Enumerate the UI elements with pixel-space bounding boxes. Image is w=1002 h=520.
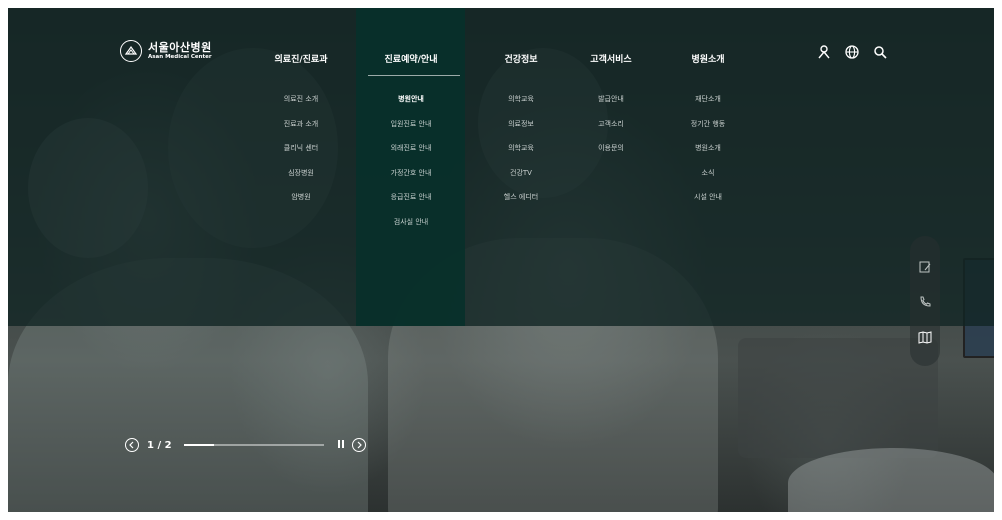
slide-progress-bar — [183, 444, 324, 446]
previous-slide-button[interactable] — [125, 438, 139, 452]
slide-counter: 1 / 2 — [147, 439, 172, 451]
nav-reservation-guide[interactable]: 진료예약/안내 — [356, 52, 466, 65]
logo-name: 서울아산병원 — [148, 40, 212, 54]
submenu-item[interactable]: 심장병원 — [246, 168, 356, 193]
submenu-item[interactable]: 고객소리 — [556, 119, 666, 144]
submenu-item[interactable]: 시설 안내 — [653, 192, 763, 217]
submenu-item[interactable]: 건강TV — [466, 168, 576, 193]
submenu-hospital-intro: 재단소개 정기간 행동 병원소개 소식 시설 안내 — [653, 94, 763, 217]
nav-hospital-intro[interactable]: 병원소개 — [653, 52, 763, 65]
logo-emblem-icon — [120, 40, 142, 62]
submenu-item[interactable]: 소식 — [653, 168, 763, 193]
submenu-item[interactable]: 응급진료 안내 — [356, 192, 466, 217]
submenu-item[interactable]: 입원진료 안내 — [356, 119, 466, 144]
submenu-item[interactable]: 발급안내 — [556, 94, 666, 119]
slide-progress-fill — [183, 444, 215, 446]
chevron-right-icon — [357, 441, 362, 449]
submenu-item-current[interactable]: 병원안내 — [356, 94, 466, 119]
user-icon[interactable] — [816, 44, 832, 60]
submenu-doctors-departments: 의료진 소개 진료과 소개 클리닉 센터 심장병원 암병원 — [246, 94, 356, 217]
submenu-item[interactable]: 재단소개 — [653, 94, 763, 119]
pause-button[interactable] — [336, 440, 346, 450]
submenu-customer-service: 발급안내 고객소리 이용문의 — [556, 94, 666, 168]
submenu-item[interactable]: 클리닉 센터 — [246, 143, 356, 168]
nav-doctors-departments[interactable]: 의료진/진료과 — [246, 52, 356, 65]
reservation-icon[interactable] — [918, 259, 932, 273]
quick-menu — [910, 236, 940, 366]
submenu-item[interactable]: 정기간 행동 — [653, 119, 763, 144]
active-menu-underline — [368, 75, 460, 76]
logo-subtitle: Asan Medical Center — [148, 53, 212, 60]
background-instrument-tray — [788, 448, 994, 512]
submenu-item[interactable]: 외래진료 안내 — [356, 143, 466, 168]
phone-icon[interactable] — [918, 294, 932, 308]
site-logo[interactable]: 서울아산병원 Asan Medical Center — [120, 40, 212, 62]
background-equipment — [738, 338, 938, 458]
slider-controls: 1 / 2 — [125, 438, 366, 452]
map-icon[interactable] — [918, 329, 932, 344]
submenu-item[interactable]: 검사실 안내 — [356, 217, 466, 242]
hero-banner: 서울아산병원 Asan Medical Center 의료진/진료과 진료예약/… — [8, 8, 994, 512]
submenu-item[interactable]: 의료진 소개 — [246, 94, 356, 119]
utility-icons — [816, 44, 888, 60]
submenu-item[interactable]: 암병원 — [246, 192, 356, 217]
search-icon[interactable] — [872, 44, 888, 60]
submenu-item[interactable]: 이용문의 — [556, 143, 666, 168]
submenu-item[interactable]: 진료과 소개 — [246, 119, 356, 144]
nav-customer-service[interactable]: 고객서비스 — [556, 52, 666, 65]
submenu-reservation-guide: 병원안내 입원진료 안내 외래진료 안내 가정간호 안내 응급진료 안내 검사실… — [356, 94, 466, 241]
submenu-item[interactable]: 병원소개 — [653, 143, 763, 168]
next-slide-button[interactable] — [351, 438, 366, 452]
submenu-item[interactable]: 가정간호 안내 — [356, 168, 466, 193]
chevron-left-icon — [129, 441, 134, 449]
submenu-item[interactable]: 헬스 에디터 — [466, 192, 576, 217]
globe-icon[interactable] — [844, 44, 860, 60]
